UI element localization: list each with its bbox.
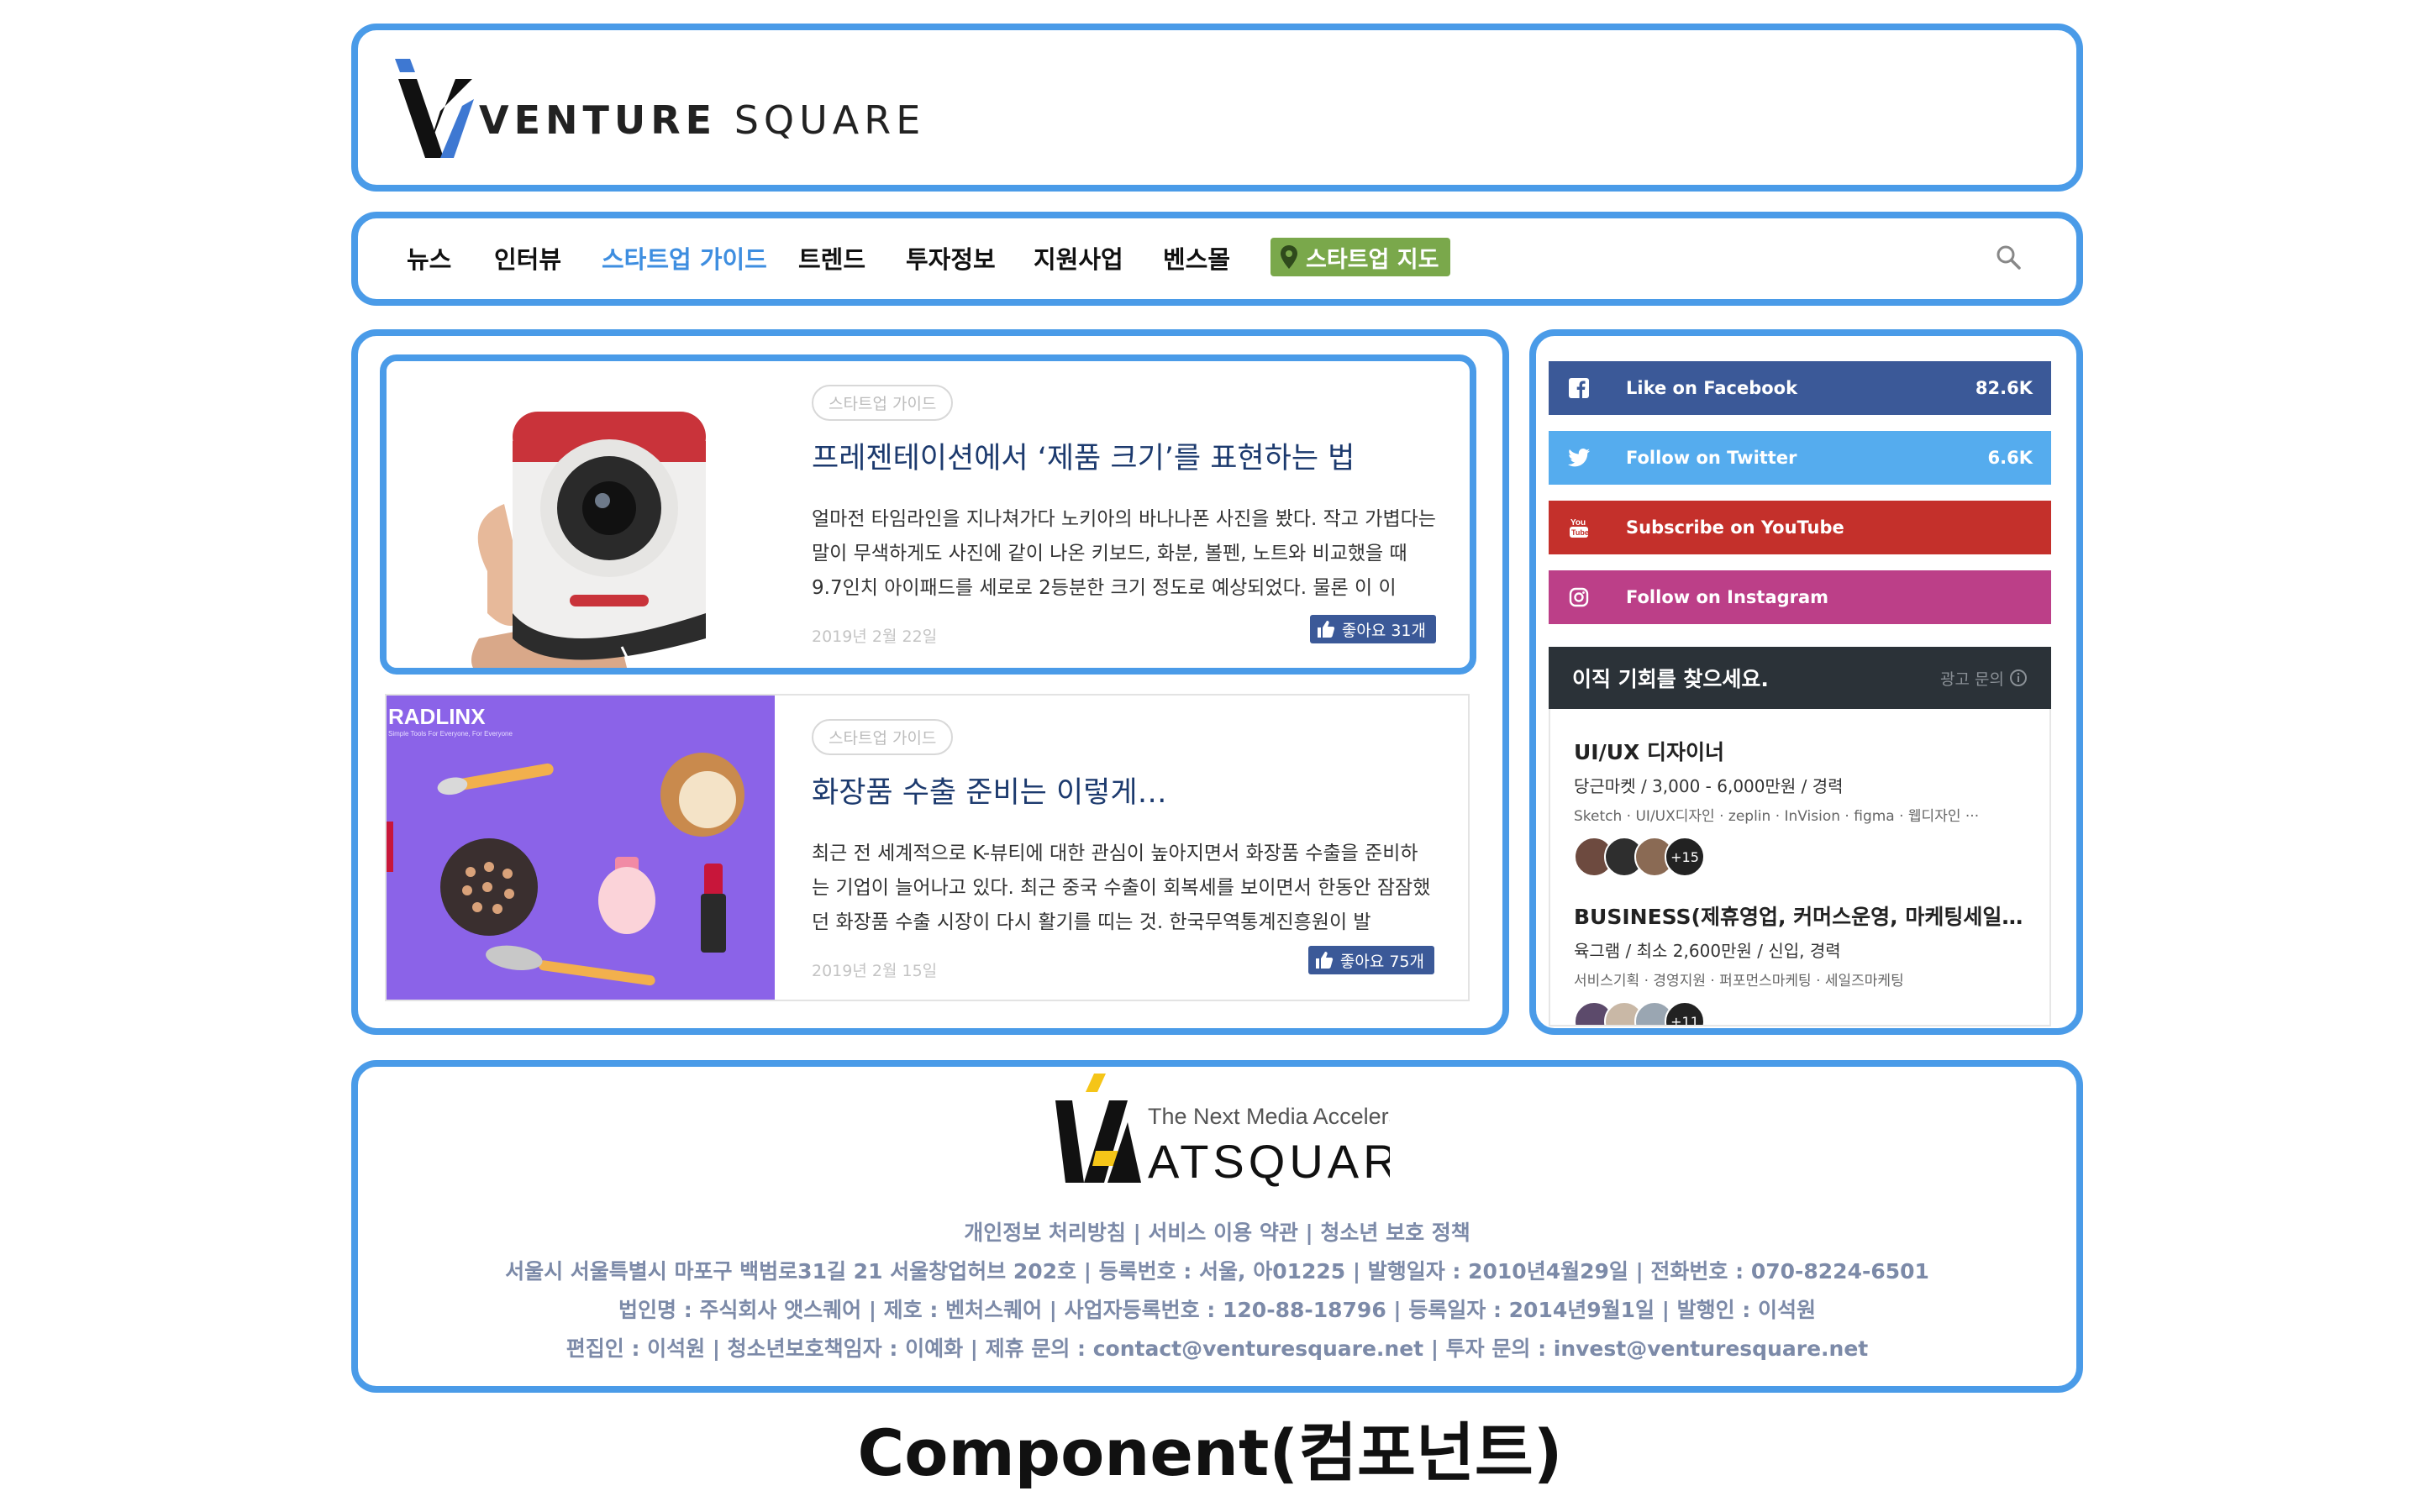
job-title: UI/UX 디자이너	[1574, 740, 1725, 764]
svg-text:You: You	[1570, 518, 1586, 528]
like-button[interactable]: 좋아요 31개	[1309, 615, 1436, 643]
social-count: 82.6K	[1975, 378, 2033, 398]
social-label: Follow on Twitter	[1626, 448, 1797, 468]
logo-mark-icon	[395, 59, 474, 158]
thumbs-up-icon	[1317, 621, 1334, 638]
instagram-icon	[1567, 585, 1591, 609]
footer-address: 서울시 서울특별시 마포구 백범로31길 21 서울창업허브 202호 | 등록…	[505, 1259, 1929, 1284]
article-thumbnail-camera	[387, 361, 775, 668]
logo-accent	[1086, 1074, 1106, 1092]
ad-inquiry-link[interactable]: 광고 문의	[1940, 667, 2028, 690]
footer-company-info: 법인명 : 주식회사 앳스퀘어 | 제호 : 벤처스퀘어 | 사업자등록번호 :…	[618, 1298, 1816, 1322]
nav-item-news[interactable]: 뉴스	[407, 240, 451, 276]
article-category-tag[interactable]: 스타트업 가이드	[812, 719, 954, 755]
footer-contact-info: 편집인 : 이석원 | 청소년보호책임자 : 이예화 | 제휴 문의 : con…	[566, 1336, 1869, 1361]
job-title: BUSINESS(제휴영업, 커머스운영, 마케팅세일즈, …	[1574, 905, 2032, 929]
ad-inquiry-label: 광고 문의	[1940, 669, 2004, 689]
social-label: Follow on Instagram	[1626, 587, 1829, 607]
article-title[interactable]: 화장품 수출 준비는 이렇게…	[812, 769, 1434, 811]
nav-item-startup-guide[interactable]: 스타트업 가이드	[602, 240, 767, 276]
facebook-icon	[1567, 376, 1591, 400]
article-excerpt: 얼마전 타임라인을 지나쳐가다 노키아의 바나나폰 사진을 봤다. 작고 가볍다…	[812, 508, 1436, 599]
job-meta: 육그램 / 최소 2,600만원 / 신입, 경력	[1574, 941, 1841, 961]
like-count: 좋아요 75개	[1339, 952, 1424, 971]
like-button[interactable]: 좋아요 75개	[1307, 946, 1434, 974]
job-tags: Sketch · UI/UX디자인 · zeplin · InVision · …	[1574, 808, 1980, 825]
thumbs-up-icon	[1315, 952, 1333, 969]
nav-item-interview[interactable]: 인터뷰	[494, 240, 561, 276]
social-count: 6.6K	[1987, 448, 2033, 468]
twitter-icon	[1567, 446, 1591, 470]
nav-item-trend[interactable]: 트렌드	[798, 240, 865, 276]
article-category-tag[interactable]: 스타트업 가이드	[812, 385, 954, 421]
logo-wordmark: ATSQUARE	[1148, 1135, 1390, 1188]
job-meta: 당근마켓 / 3,000 - 6,000만원 / 경력	[1574, 776, 1844, 796]
info-icon	[2010, 669, 2027, 686]
atsquare-logo[interactable]: The Next Media Accelerator ATSQUARE	[1054, 1074, 1433, 1189]
job-listing[interactable]: UI/UX 디자이너 당근마켓 / 3,000 - 6,000만원 / 경력 S…	[1574, 736, 2032, 877]
applicant-avatars: +11	[1574, 1001, 2032, 1025]
thumbnail-brand-text: RADLINX	[388, 704, 486, 729]
logo-tagline: The Next Media Accelerator	[1148, 1104, 1390, 1129]
job-listing[interactable]: BUSINESS(제휴영업, 커머스운영, 마케팅세일즈, … 육그램 / 최소…	[1574, 900, 2032, 1025]
article-card[interactable]: RADLINX Simple Tools For Everyone, For E…	[385, 694, 1470, 1001]
jobs-list: UI/UX 디자이너 당근마켓 / 3,000 - 6,000만원 / 경력 S…	[1549, 709, 2051, 1026]
startup-map-label: 스타트업 지도	[1306, 246, 1439, 273]
job-tags: 서비스기획 · 경영지원 · 퍼포먼스마케팅 · 세일즈마케팅	[1574, 973, 1904, 990]
jobs-widget-header: 이직 기회를 찾으세요. 광고 문의	[1549, 647, 2051, 709]
search-icon[interactable]	[1995, 244, 2022, 270]
facebook-like-button[interactable]: Like on Facebook 82.6K	[1549, 361, 2051, 415]
map-pin-icon	[1281, 245, 1297, 269]
article-excerpt: 최근 전 세계적으로 K-뷰티에 대한 관심이 높아지면서 화장품 수출을 준비…	[812, 843, 1431, 933]
jobs-widget-title: 이직 기회를 찾으세요.	[1572, 667, 1769, 691]
social-label: Subscribe on YouTube	[1626, 517, 1844, 538]
applicant-avatars: +15	[1574, 837, 2032, 877]
youtube-icon: You Tube	[1567, 516, 1591, 539]
avatar-more-count: +11	[1665, 1001, 1705, 1025]
instagram-follow-button[interactable]: Follow on Instagram	[1549, 570, 2051, 624]
nav-item-support[interactable]: 지원사업	[1034, 240, 1123, 276]
article-card[interactable]: 스타트업 가이드 프레젠테이션에서 ‘제품 크기’를 표현하는 법 얼마전 타임…	[380, 354, 1476, 675]
venture-square-logo[interactable]: VENTURE SQUARE	[392, 59, 920, 158]
nav-item-startup-map[interactable]: 스타트업 지도	[1270, 238, 1451, 276]
nav-item-venmall[interactable]: 벤스몰	[1163, 240, 1230, 276]
article-thumbnail-cosmetics: RADLINX Simple Tools For Everyone, For E…	[387, 696, 775, 1000]
article-title[interactable]: 프레젠테이션에서 ‘제품 크기’를 표현하는 법	[812, 434, 1436, 477]
logo-wordmark: VENTURE SQUARE	[479, 97, 926, 143]
avatar-more-count: +15	[1665, 837, 1705, 877]
social-label: Like on Facebook	[1626, 378, 1798, 398]
footer-policy-links[interactable]: 개인정보 처리방침 | 서비스 이용 약관 | 청소년 보호 정책	[351, 1216, 2083, 1247]
twitter-follow-button[interactable]: Follow on Twitter 6.6K	[1549, 431, 2051, 485]
nav-item-investment[interactable]: 투자정보	[906, 240, 996, 276]
like-count: 좋아요 31개	[1341, 621, 1426, 640]
thumbnail-brand-tagline: Simple Tools For Everyone, For Everyone	[388, 730, 513, 738]
slide-caption: Component(컴포넌트)	[857, 1415, 1563, 1490]
svg-text:Tube: Tube	[1571, 528, 1589, 537]
youtube-subscribe-button[interactable]: You Tube Subscribe on YouTube	[1549, 501, 2051, 554]
